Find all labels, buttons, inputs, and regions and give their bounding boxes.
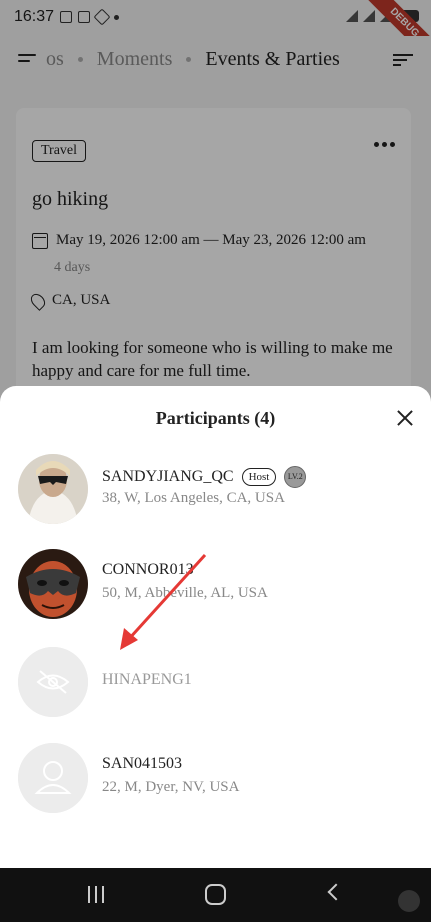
participant-row[interactable]: CONNOR013 50, M, Abbeville, AL, USA — [18, 549, 413, 621]
system-nav-bar — [0, 868, 431, 922]
participant-info: 22, M, Dyer, NV, USA — [102, 779, 240, 795]
participant-name: SANDYJIANG_QC — [102, 468, 234, 485]
sheet-title: Participants (4) — [155, 408, 276, 428]
participant-name-row: CONNOR013 — [102, 561, 194, 579]
participant-row[interactable]: SANDYJIANG_QC Host LV.2 38, W, Los Angel… — [18, 454, 413, 526]
level-badge: LV.2 — [284, 466, 307, 488]
avatar-photo — [18, 454, 88, 524]
recent-apps-icon[interactable] — [88, 886, 104, 903]
avatar[interactable] — [18, 549, 88, 619]
avatar-photo — [18, 549, 88, 619]
participant-name: HINAPENG1 — [102, 671, 192, 688]
participant-name-row: HINAPENG1 — [102, 671, 192, 689]
default-user-icon — [18, 743, 88, 813]
participant-name: SAN041503 — [102, 755, 183, 772]
keyboard-icon[interactable] — [398, 890, 420, 912]
participant-name: CONNOR013 — [102, 561, 194, 578]
participant-name-row: SANDYJIANG_QC Host LV.2 — [102, 466, 307, 488]
participant-name-row: SAN041503 — [102, 755, 182, 773]
avatar[interactable] — [18, 647, 88, 717]
host-badge: Host — [241, 468, 277, 486]
participant-row[interactable]: SAN041503 22, M, Dyer, NV, USA — [18, 743, 413, 815]
participant-info: 50, M, Abbeville, AL, USA — [102, 585, 268, 601]
eye-slash-icon — [18, 647, 88, 717]
participant-row[interactable]: HINAPENG1 — [18, 647, 413, 719]
back-icon[interactable] — [327, 883, 345, 901]
avatar[interactable] — [18, 454, 88, 524]
participants-sheet: Participants (4) SANDYJIANG_QC Host LV.2… — [0, 386, 431, 868]
home-icon[interactable] — [205, 884, 226, 905]
close-icon[interactable] — [395, 408, 415, 428]
avatar[interactable] — [18, 743, 88, 813]
participant-info: 38, W, Los Angeles, CA, USA — [102, 490, 285, 506]
